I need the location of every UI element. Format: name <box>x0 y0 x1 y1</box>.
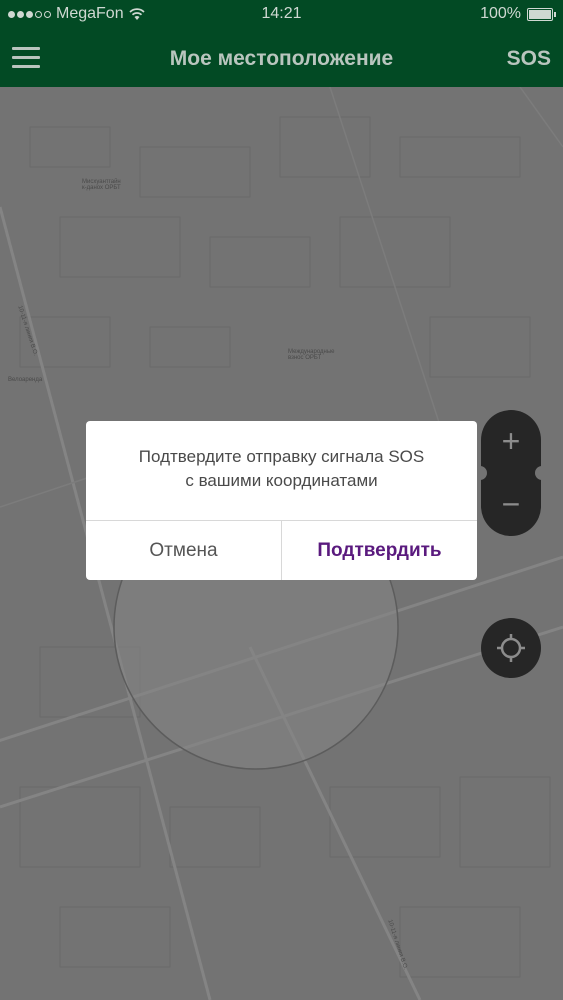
zoom-in-button[interactable]: + <box>481 410 541 473</box>
zoom-divider <box>535 466 543 480</box>
plus-icon: + <box>501 423 521 459</box>
battery-percent: 100% <box>480 5 521 22</box>
map-poi-label: Международные взнос ОРБТ <box>288 349 335 361</box>
map-poi-label: Мисхуантгайн к-данох ОРБТ <box>82 179 121 191</box>
sos-confirm-dialog: Подтвердите отправку сигнала SOS с вашим… <box>86 421 477 580</box>
zoom-control: + − <box>479 410 543 536</box>
dialog-message-line: с вашими координатами <box>185 471 378 490</box>
map-poi-label: Велоаренда <box>8 377 43 383</box>
dialog-message-line: Подтвердите отправку сигнала SOS <box>138 447 425 466</box>
sos-button[interactable]: SOS <box>507 47 551 71</box>
zoom-out-button[interactable]: − <box>481 473 541 536</box>
navigation-bar: Мое местоположение SOS <box>0 30 563 87</box>
page-title: Мое местоположение <box>169 47 394 70</box>
status-right: 100% <box>480 5 556 23</box>
minus-icon: − <box>501 486 521 522</box>
confirm-button[interactable]: Подтвердить <box>282 521 477 580</box>
cancel-button[interactable]: Отмена <box>86 521 281 580</box>
dialog-message: Подтвердите отправку сигнала SOS с вашим… <box>86 445 477 493</box>
battery-icon <box>527 7 556 21</box>
crosshair-icon <box>497 634 525 662</box>
my-location-button[interactable] <box>481 618 541 678</box>
status-time: 14:21 <box>261 5 302 22</box>
status-bar: MegaFon 14:21 100% <box>0 0 563 30</box>
